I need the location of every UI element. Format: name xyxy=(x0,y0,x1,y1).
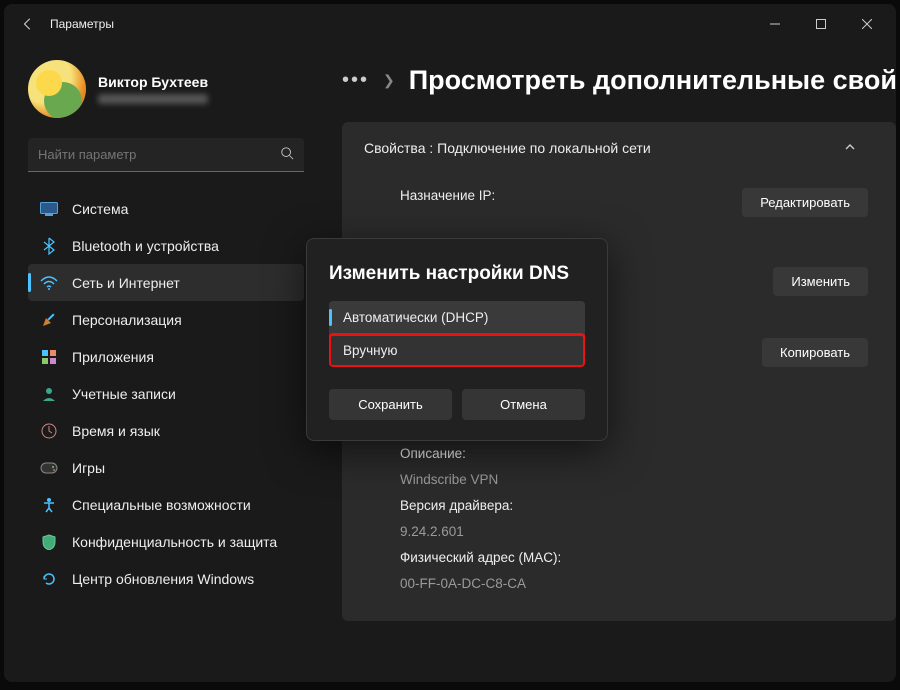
bluetooth-icon xyxy=(40,237,58,255)
gaming-icon xyxy=(40,459,58,477)
sidebar-item-label: Приложения xyxy=(72,349,154,365)
sidebar-item-label: Bluetooth и устройства xyxy=(72,238,219,254)
sidebar-item-privacy[interactable]: Конфиденциальность и защита xyxy=(28,523,304,560)
system-icon xyxy=(40,200,58,218)
change-button[interactable]: Изменить xyxy=(773,267,868,296)
sidebar-item-label: Игры xyxy=(72,460,105,476)
sidebar-item-update[interactable]: Центр обновления Windows xyxy=(28,560,304,597)
dropdown-option-label: Автоматически (DHCP) xyxy=(343,310,488,325)
dialog-title: Изменить настройки DNS xyxy=(329,263,585,285)
sidebar-item-label: Персонализация xyxy=(72,312,182,328)
user-profile[interactable]: Виктор Бухтеев xyxy=(28,60,304,118)
search-input[interactable] xyxy=(38,147,280,162)
driver-version-label: Версия драйвера: xyxy=(400,493,874,519)
sidebar-item-label: Время и язык xyxy=(72,423,160,439)
user-name: Виктор Бухтеев xyxy=(98,74,208,90)
accessibility-icon xyxy=(40,496,58,514)
settings-window: Параметры Виктор Бухтеев xyxy=(4,4,896,682)
privacy-icon xyxy=(40,533,58,551)
sidebar-item-label: Система xyxy=(72,201,128,217)
dns-mode-dropdown[interactable]: Автоматически (DHCP) Вручную xyxy=(329,301,585,367)
info-block: Windscribe.com Описание: Windscribe VPN … xyxy=(342,415,896,597)
page-title: Просмотреть дополнительные свой xyxy=(409,65,896,96)
window-title: Параметры xyxy=(50,17,114,31)
sidebar-item-label: Специальные возможности xyxy=(72,497,251,513)
sidebar-item-gaming[interactable]: Игры xyxy=(28,449,304,486)
sidebar-item-bluetooth[interactable]: Bluetooth и устройства xyxy=(28,227,304,264)
dropdown-option-label: Вручную xyxy=(343,343,397,358)
sidebar-item-apps[interactable]: Приложения xyxy=(28,338,304,375)
avatar xyxy=(28,60,86,118)
edit-button[interactable]: Редактировать xyxy=(742,188,868,217)
back-button[interactable] xyxy=(10,6,46,42)
breadcrumb-more[interactable]: ••• xyxy=(342,69,369,92)
sidebar-item-accounts[interactable]: Учетные записи xyxy=(28,375,304,412)
titlebar: Параметры xyxy=(4,4,896,44)
update-icon xyxy=(40,570,58,588)
description-label: Описание: xyxy=(400,441,874,467)
description-value: Windscribe VPN xyxy=(400,467,874,493)
dropdown-option-auto[interactable]: Автоматически (DHCP) xyxy=(329,301,585,334)
time-language-icon xyxy=(40,422,58,440)
sidebar-item-label: Центр обновления Windows xyxy=(72,571,254,587)
driver-version-value: 9.24.2.601 xyxy=(400,519,874,545)
mac-label: Физический адрес (MAC): xyxy=(400,545,874,571)
sidebar-item-label: Конфиденциальность и защита xyxy=(72,534,277,550)
ip-assignment-row: Назначение IP: Редактировать xyxy=(342,180,896,225)
breadcrumb: ••• ❯ Просмотреть дополнительные свой xyxy=(342,52,896,108)
personalization-icon xyxy=(40,311,58,329)
mac-value: 00-FF-0A-DC-C8-CA xyxy=(400,571,874,597)
dns-settings-dialog: Изменить настройки DNS Автоматически (DH… xyxy=(306,238,608,441)
dropdown-option-manual[interactable]: Вручную xyxy=(329,334,585,367)
minimize-button[interactable] xyxy=(752,8,798,40)
panel-header[interactable]: Свойства : Подключение по локальной сети xyxy=(342,122,896,174)
sidebar-item-label: Сеть и Интернет xyxy=(72,275,180,291)
save-button[interactable]: Сохранить xyxy=(329,389,452,420)
search-box[interactable] xyxy=(28,138,304,172)
panel-header-label: Свойства : Подключение по локальной сети xyxy=(364,140,651,156)
maximize-button[interactable] xyxy=(798,8,844,40)
sidebar-item-accessibility[interactable]: Специальные возможности xyxy=(28,486,304,523)
chevron-right-icon: ❯ xyxy=(383,72,395,89)
cancel-button[interactable]: Отмена xyxy=(462,389,585,420)
sidebar-item-label: Учетные записи xyxy=(72,386,176,402)
search-icon xyxy=(280,146,294,163)
wifi-icon xyxy=(40,274,58,292)
copy-button[interactable]: Копировать xyxy=(762,338,868,367)
user-email-blurred xyxy=(98,94,208,104)
sidebar: Виктор Бухтеев Система Bluetooth и устро… xyxy=(4,44,314,682)
sidebar-item-network[interactable]: Сеть и Интернет xyxy=(28,264,304,301)
sidebar-item-time-language[interactable]: Время и язык xyxy=(28,412,304,449)
chevron-up-icon xyxy=(844,140,856,156)
accounts-icon xyxy=(40,385,58,403)
sidebar-item-system[interactable]: Система xyxy=(28,190,304,227)
apps-icon xyxy=(40,348,58,366)
sidebar-item-personalization[interactable]: Персонализация xyxy=(28,301,304,338)
close-button[interactable] xyxy=(844,8,890,40)
ip-assignment-label: Назначение IP: xyxy=(364,188,594,203)
